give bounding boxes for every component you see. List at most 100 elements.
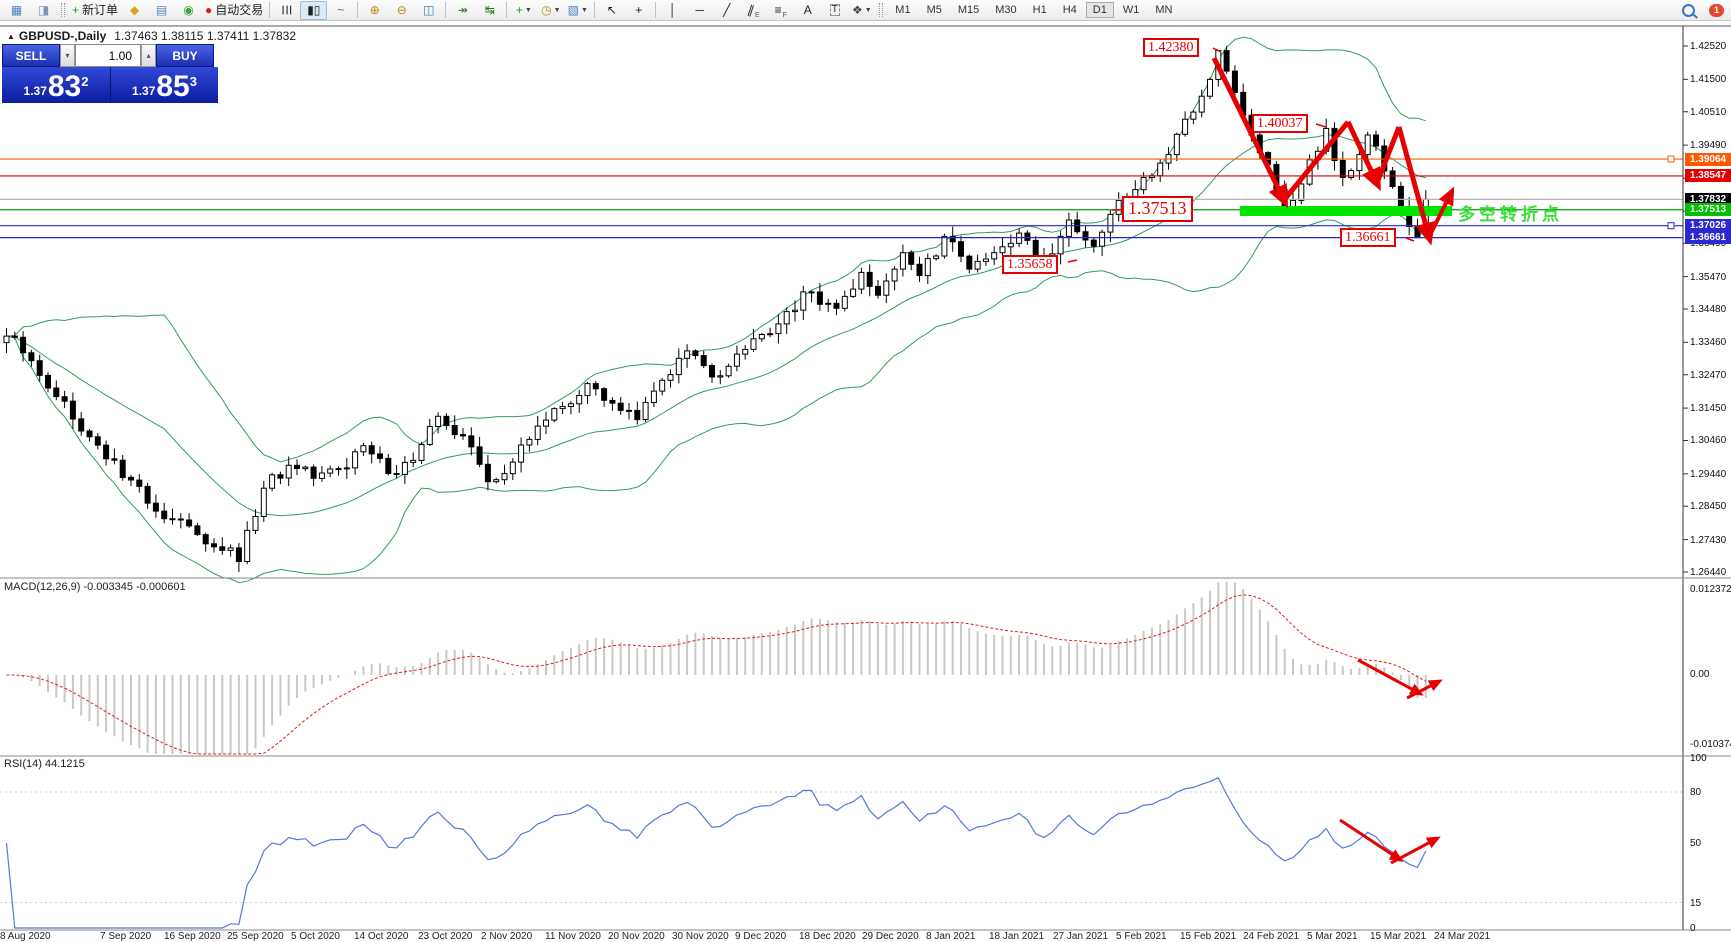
price-tag-1.36661: 1.36661 [1685,231,1731,244]
date-axis-label[interactable]: 15 Feb 2021 [1180,931,1236,942]
buy-button[interactable]: BUY [156,44,214,67]
collapse-panel-icon[interactable]: ▲ [7,32,15,41]
timeframe-button-d1[interactable]: D1 [1086,2,1114,18]
price-annotation-label[interactable]: 1.42380 [1143,38,1199,57]
indicators-button[interactable]: +▼ [510,1,537,20]
market-watch-icon[interactable]: ◆ [121,1,148,20]
volume-decrease-button[interactable]: ▾ [60,44,75,67]
date-axis-label[interactable]: 24 Feb 2021 [1243,931,1299,942]
crosshair-button[interactable]: + [625,1,652,20]
date-axis-label[interactable]: 7 Sep 2020 [100,931,151,942]
indicators-button-dropdown-icon[interactable]: ▼ [525,7,532,14]
toolbar-grip[interactable] [879,3,883,17]
price-annotation-label[interactable]: 1.36661 [1340,228,1396,247]
date-axis-label[interactable]: 18 Dec 2020 [799,931,856,942]
text-button[interactable]: A [794,1,821,20]
date-axis-label[interactable]: 24 Mar 2021 [1434,931,1490,942]
timeframe-button-h4[interactable]: H4 [1056,2,1084,18]
arrows-button-dropdown-icon[interactable]: ▼ [865,7,872,14]
tile-windows-button[interactable]: ◫ [415,1,442,20]
autotrading-button[interactable]: ●自动交易 [202,1,266,20]
search-icon[interactable] [1682,4,1695,17]
buy-price-sup: 3 [190,74,197,89]
date-axis-label[interactable]: 20 Nov 2020 [608,931,665,942]
buy-price-button[interactable]: 1.37853 [110,67,218,103]
price-axis-tick: 1.27430 [1690,535,1726,546]
auto-scroll-button[interactable]: ↠ [449,1,476,20]
one-click-trading-panel: SELL ▾ ▴ BUY 1.37832 1.37853 [2,44,218,103]
text-label-button[interactable]: T [821,1,848,20]
arrows-button[interactable]: ❖▼ [848,1,875,20]
price-annotation-label[interactable]: 1.40037 [1252,114,1308,133]
mt4-window: ▦◨ +新订单◆▤◉●自动交易 ☰▮▯~ ⊕⊖◫ ↠↹ +▼◷▼▧▼ ↖+ │─╱∥E≡FAT… [0,0,1731,942]
equidistant-channel-button[interactable]: ∥E [740,1,767,20]
pivot-annotation-text[interactable]: 多空转折点 [1458,200,1563,225]
sell-button[interactable]: SELL [2,44,60,67]
zoom-in-button[interactable]: ⊕ [361,1,388,20]
date-axis-label[interactable]: 15 Mar 2021 [1370,931,1426,942]
candlestick-chart-button[interactable]: ▮▯ [300,1,327,20]
date-axis-label[interactable]: 2 Nov 2020 [481,931,532,942]
macd-axis-tick: -0.010374 [1690,739,1731,750]
price-annotation-label[interactable]: 1.35658 [1002,255,1058,274]
sell-price-button[interactable]: 1.37832 [2,67,110,103]
timeframe-button-m30[interactable]: M30 [988,2,1023,18]
templates-button-dropdown-icon[interactable]: ▼ [581,7,588,14]
date-axis-label[interactable]: 29 Dec 2020 [862,931,919,942]
new-order-button[interactable]: +新订单 [69,1,121,20]
toolbar-grip[interactable] [61,3,65,17]
date-axis-label[interactable]: 16 Sep 2020 [164,931,221,942]
macd-histogram [7,582,1426,754]
date-axis-label[interactable]: 27 Jan 2021 [1053,931,1108,942]
date-axis-label[interactable]: 25 Sep 2020 [227,931,284,942]
chart-shift-button[interactable]: ↹ [476,1,503,20]
volume-input[interactable] [75,44,141,67]
profiles-icon[interactable]: ◨ [30,1,57,20]
templates-button[interactable]: ▧▼ [564,1,591,20]
date-axis-label[interactable]: 5 Oct 2020 [291,931,340,942]
timeframe-button-m15[interactable]: M15 [951,2,986,18]
volume-increase-button[interactable]: ▴ [141,44,156,67]
date-axis-label[interactable]: 11 Nov 2020 [545,931,601,942]
new-chart-icon[interactable]: ▦ [3,1,30,20]
price-axis-tick: 1.31450 [1690,403,1726,414]
trend-arrow[interactable] [1399,127,1429,237]
date-axis-label[interactable]: 30 Nov 2020 [672,931,729,942]
timeframe-button-m1[interactable]: M1 [888,2,917,18]
periods-button-dropdown-icon[interactable]: ▼ [554,7,561,14]
notifications-icon[interactable]: 1 [1709,4,1724,17]
bar-chart-button[interactable]: ☰ [273,1,300,20]
zoom-out-button[interactable]: ⊖ [388,1,415,20]
trendline-button[interactable]: ╱ [713,1,740,20]
date-axis-label[interactable]: 5 Feb 2021 [1116,931,1167,942]
date-axis-label[interactable]: 14 Oct 2020 [354,931,408,942]
price-axis-tick: 1.30460 [1690,435,1726,446]
date-axis-label[interactable]: 23 Oct 2020 [418,931,472,942]
date-axis-label[interactable]: 9 Dec 2020 [735,931,786,942]
timeframe-button-w1[interactable]: W1 [1116,2,1147,18]
cursor-button[interactable]: ↖ [598,1,625,20]
signals-icon[interactable]: ◉ [175,1,202,20]
trend-arrow[interactable] [1377,127,1399,183]
vertical-line-button[interactable]: │ [659,1,686,20]
horizontal-line-button[interactable]: ─ [686,1,713,20]
timeframe-button-m5[interactable]: M5 [920,2,949,18]
expert-advisors-icon[interactable]: ▤ [148,1,175,20]
chart-canvas[interactable] [0,0,1731,942]
trend-arrow[interactable] [1391,839,1436,863]
price-annotation-label[interactable]: 1.37513 [1122,196,1193,222]
trend-arrow[interactable] [1284,122,1348,200]
line-chart-button[interactable]: ~ [327,1,354,20]
trend-arrow[interactable] [1340,820,1399,859]
timeframe-button-mn[interactable]: MN [1148,2,1179,18]
timeframe-button-h1[interactable]: H1 [1026,2,1054,18]
periods-button[interactable]: ◷▼ [537,1,564,20]
date-axis-label[interactable]: 8 Jan 2021 [926,931,976,942]
line-handle[interactable] [1668,223,1674,229]
date-axis-label[interactable]: 8 Aug 2020 [0,931,51,942]
date-axis-label[interactable]: 5 Mar 2021 [1307,931,1358,942]
fibonacci-button[interactable]: ≡F [767,1,794,20]
line-handle[interactable] [1668,156,1674,162]
date-axis-label[interactable]: 18 Jan 2021 [989,931,1044,942]
price-axis-tick: 1.26440 [1690,567,1726,578]
